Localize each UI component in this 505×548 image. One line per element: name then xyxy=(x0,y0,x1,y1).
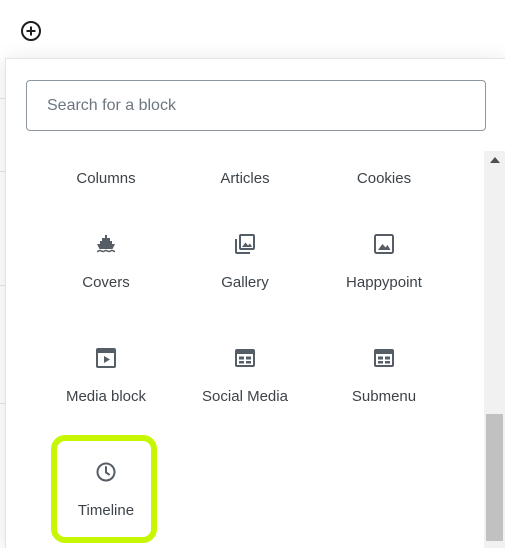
block-item-label: Social Media xyxy=(202,388,288,405)
scrollbar-thumb[interactable] xyxy=(486,414,503,541)
ship-icon xyxy=(94,232,118,256)
block-item-submenu[interactable]: Submenu xyxy=(314,346,454,407)
block-item-label: Timeline xyxy=(77,502,135,519)
block-item-timeline[interactable]: Timeline xyxy=(36,460,176,521)
block-inserter-popover: Columns Articles Cookies xyxy=(5,58,505,548)
block-item-happypoint[interactable]: Happypoint xyxy=(314,232,454,293)
block-item-label: Covers xyxy=(82,274,130,291)
block-item-label: Columns xyxy=(76,170,136,187)
block-item-covers[interactable]: Covers xyxy=(36,232,176,293)
block-item-label: Gallery xyxy=(221,274,269,291)
block-list-scrollbar[interactable] xyxy=(484,151,505,548)
video-icon xyxy=(94,346,118,370)
plus-circle-icon xyxy=(21,21,41,41)
image-icon xyxy=(372,232,396,256)
block-list: Columns Articles Cookies Covers Gallery … xyxy=(6,152,486,548)
add-block-button[interactable] xyxy=(19,19,43,43)
clock-icon xyxy=(94,460,118,484)
layout-icon xyxy=(372,346,396,370)
block-item-media-block[interactable]: Media block xyxy=(36,346,176,407)
block-item-cookies[interactable]: Cookies xyxy=(314,169,454,189)
block-item-label: Submenu xyxy=(351,388,417,405)
block-item-label: Happypoint xyxy=(346,274,422,291)
block-item-columns[interactable]: Columns xyxy=(36,169,176,189)
editor-top-bar xyxy=(0,0,505,58)
block-item-social-media[interactable]: Social Media xyxy=(175,346,315,407)
block-search-input[interactable] xyxy=(26,80,486,131)
block-item-label: Media block xyxy=(65,388,147,405)
block-item-articles[interactable]: Articles xyxy=(175,169,315,189)
block-item-gallery[interactable]: Gallery xyxy=(175,232,315,293)
block-item-label: Articles xyxy=(220,170,270,187)
block-editor-page: Columns Articles Cookies xyxy=(0,0,505,548)
layout-icon xyxy=(233,346,257,370)
gallery-icon xyxy=(233,232,257,256)
block-item-label: Cookies xyxy=(356,170,412,187)
scroll-up-arrow-icon[interactable] xyxy=(484,151,505,169)
block-search xyxy=(26,80,486,131)
